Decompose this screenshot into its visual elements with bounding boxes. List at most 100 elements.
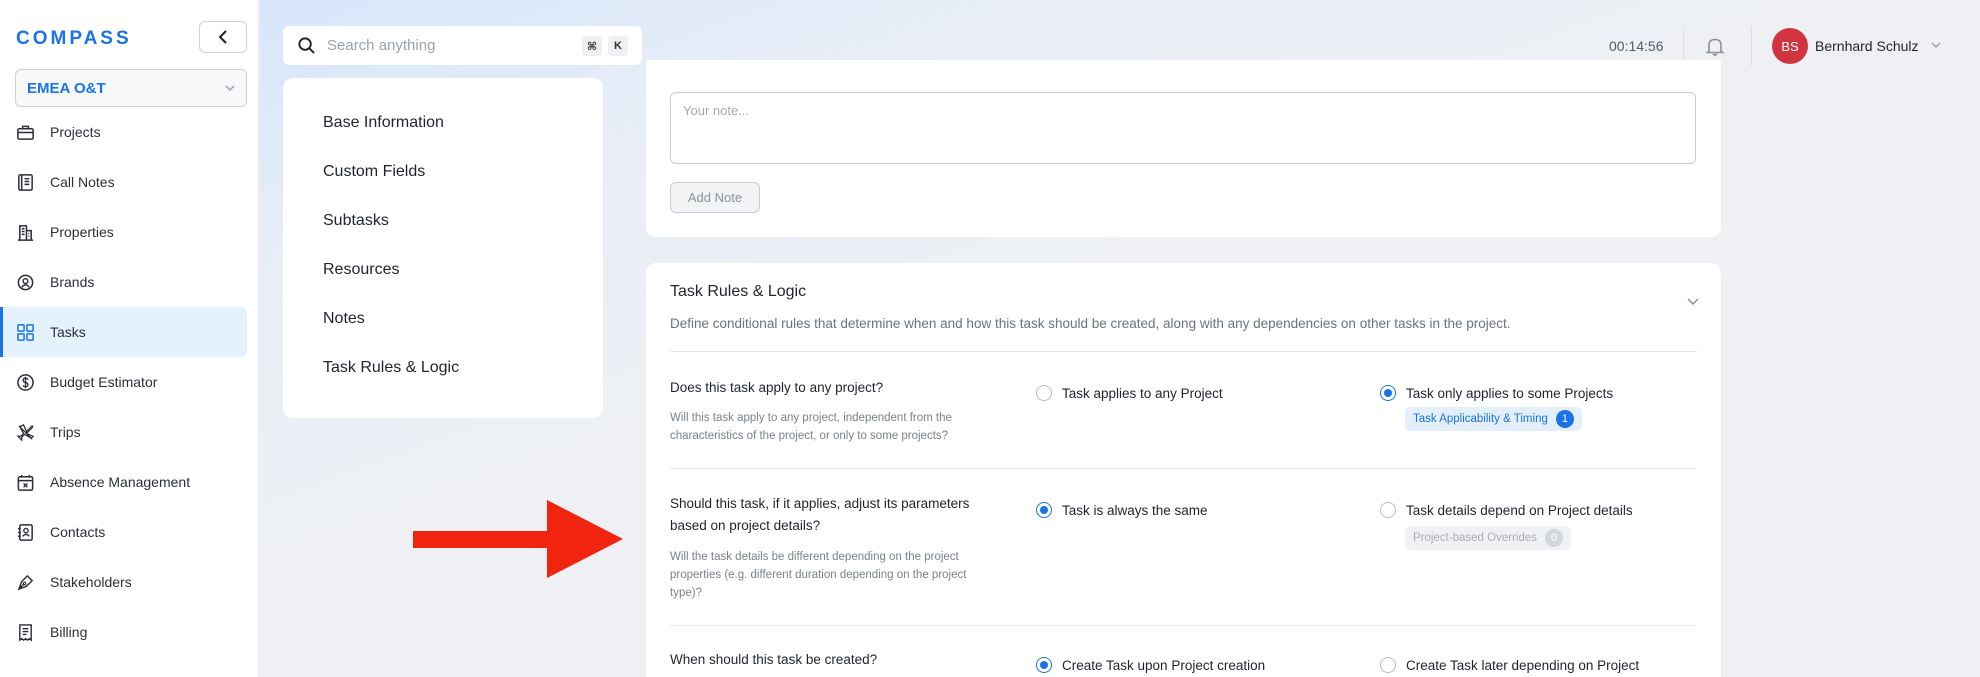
applicability-tag[interactable]: Task Applicability & Timing 1 xyxy=(1405,407,1582,431)
radio-label: Task is always the same xyxy=(1062,502,1208,518)
radio-label: Task applies to any Project xyxy=(1062,385,1223,401)
collapse-sidebar-button[interactable] xyxy=(199,21,247,53)
org-select-value: EMEA O&T xyxy=(27,79,106,97)
user-name[interactable]: Bernhard Schulz xyxy=(1815,38,1919,54)
sidebar-item-projects[interactable]: Projects xyxy=(0,107,247,157)
section-link-notes[interactable]: Notes xyxy=(283,310,603,359)
chevron-down-icon[interactable] xyxy=(1686,297,1700,307)
sidebar-item-billing[interactable]: Billing xyxy=(0,607,247,657)
search-icon xyxy=(298,37,315,54)
shortcut-key-cmd: ⌘ xyxy=(582,36,602,56)
notes-card: Your note... Add Note xyxy=(646,60,1721,237)
radio-task-always-same[interactable]: Task is always the same xyxy=(1036,502,1208,518)
sidebar-item-properties[interactable]: Properties xyxy=(0,207,247,257)
section-link-custom-fields[interactable]: Custom Fields xyxy=(283,163,603,212)
section-link-subtasks[interactable]: Subtasks xyxy=(283,212,603,261)
overrides-tag: Project-based Overrides 0 xyxy=(1405,526,1571,550)
tag-label: Project-based Overrides xyxy=(1413,532,1537,544)
avatar[interactable]: BS xyxy=(1772,28,1808,64)
question-adjust-parameters: Should this task, if it applies, adjust … xyxy=(670,496,970,533)
sidebar-item-label: Tasks xyxy=(50,324,86,340)
bell-icon[interactable] xyxy=(1704,35,1726,57)
contact-book-icon xyxy=(17,524,33,541)
chevron-left-icon xyxy=(218,30,227,44)
compass-logo: COMPASS xyxy=(16,28,132,49)
task-rules-card: Task Rules & Logic Define conditional ru… xyxy=(646,263,1721,677)
radio-button[interactable] xyxy=(1380,502,1396,518)
radio-task-depends-on-project[interactable]: Task details depend on Project details xyxy=(1380,502,1633,518)
section-title: Task Rules & Logic xyxy=(670,283,807,300)
building-icon xyxy=(17,225,34,241)
annotation-arrow-icon xyxy=(413,500,623,578)
section-description: Define conditional rules that determine … xyxy=(670,316,1511,331)
divider xyxy=(670,625,1697,626)
chevron-down-icon xyxy=(225,85,235,92)
radio-button[interactable] xyxy=(1036,657,1052,673)
question-applicability: Does this task apply to any project? xyxy=(670,380,884,395)
sidebar-item-label: Trips xyxy=(50,424,81,440)
section-link-resources[interactable]: Resources xyxy=(283,261,603,310)
radio-label: Create Task upon Project creation xyxy=(1062,657,1266,673)
radio-button[interactable] xyxy=(1036,502,1052,518)
receipt-icon xyxy=(19,624,32,642)
search-input[interactable]: Search anything ⌘ K xyxy=(283,26,642,65)
count-badge: 0 xyxy=(1545,529,1563,547)
sidebar-item-label: Stakeholders xyxy=(50,574,132,590)
radio-button[interactable] xyxy=(1380,657,1396,673)
badge-icon xyxy=(17,274,34,291)
sidebar-item-tasks[interactable]: Tasks xyxy=(0,307,247,357)
radio-label: Task only applies to some Projects xyxy=(1406,385,1614,401)
briefcase-icon xyxy=(17,125,34,140)
org-select[interactable]: EMEA O&T xyxy=(15,69,247,107)
sidebar-item-call-notes[interactable]: Call Notes xyxy=(0,157,247,207)
divider xyxy=(670,468,1697,469)
sidebar-item-label: Call Notes xyxy=(50,174,115,190)
question-help: Will the task details be different depen… xyxy=(670,551,967,599)
add-note-button[interactable]: Add Note xyxy=(670,182,760,213)
sidebar-item-label: Billing xyxy=(50,624,88,640)
section-nav: Base Information Custom Fields Subtasks … xyxy=(283,78,603,418)
divider xyxy=(670,351,1697,352)
sidebar-item-label: Projects xyxy=(50,124,101,140)
sidebar-item-brands[interactable]: Brands xyxy=(0,257,247,307)
radio-task-any-project[interactable]: Task applies to any Project xyxy=(1036,385,1223,401)
dollar-icon xyxy=(17,374,34,391)
radio-button[interactable] xyxy=(1380,385,1396,401)
radio-task-some-projects[interactable]: Task only applies to some Projects xyxy=(1380,385,1613,401)
note-placeholder: Your note... xyxy=(683,103,750,118)
tag-label: Task Applicability & Timing xyxy=(1413,413,1548,425)
sidebar-item-label: Brands xyxy=(50,274,95,290)
sidebar-item-stakeholders[interactable]: Stakeholders xyxy=(0,557,247,607)
grid-icon xyxy=(17,324,34,341)
sidebar-item-label: Budget Estimator xyxy=(50,374,158,390)
sidebar-nav: Projects Call Notes Properties Brands Ta… xyxy=(0,117,259,657)
radio-label: Task details depend on Project details xyxy=(1406,502,1633,518)
radio-create-later[interactable]: Create Task later depending on Project xyxy=(1380,657,1639,673)
sidebar-item-absence-management[interactable]: Absence Management xyxy=(0,457,247,507)
shortcut-key-k: K xyxy=(608,36,628,56)
radio-button[interactable] xyxy=(1036,385,1052,401)
section-link-base-information[interactable]: Base Information xyxy=(283,114,603,163)
question-help: Will this task apply to any project, ind… xyxy=(670,412,952,442)
sidebar-item-label: Absence Management xyxy=(50,474,191,490)
pen-icon xyxy=(17,574,34,591)
sidebar-item-contacts[interactable]: Contacts xyxy=(0,507,247,557)
question-creation-time: When should this task be created? xyxy=(670,652,878,667)
radio-create-on-project-creation[interactable]: Create Task upon Project creation xyxy=(1036,657,1265,673)
section-link-task-rules[interactable]: Task Rules & Logic xyxy=(283,359,603,408)
topbar-divider xyxy=(1751,26,1752,66)
sidebar-item-budget-estimator[interactable]: Budget Estimator xyxy=(0,357,247,407)
search-placeholder: Search anything xyxy=(327,37,436,54)
sidebar-item-trips[interactable]: Trips xyxy=(0,407,247,457)
chevron-down-icon[interactable] xyxy=(1930,40,1942,50)
sidebar: COMPASS EMEA O&T Projects Call Notes Pro… xyxy=(0,0,259,677)
note-textarea[interactable]: Your note... xyxy=(670,92,1696,164)
radio-label: Create Task later depending on Project xyxy=(1406,657,1640,673)
calendar-x-icon xyxy=(17,474,34,491)
notebook-icon xyxy=(18,174,33,191)
count-badge: 1 xyxy=(1555,410,1574,428)
session-timer: 00:14:56 xyxy=(1609,38,1664,54)
sidebar-item-label: Properties xyxy=(50,224,114,240)
sidebar-item-label: Contacts xyxy=(50,524,106,540)
plane-icon xyxy=(16,424,35,442)
